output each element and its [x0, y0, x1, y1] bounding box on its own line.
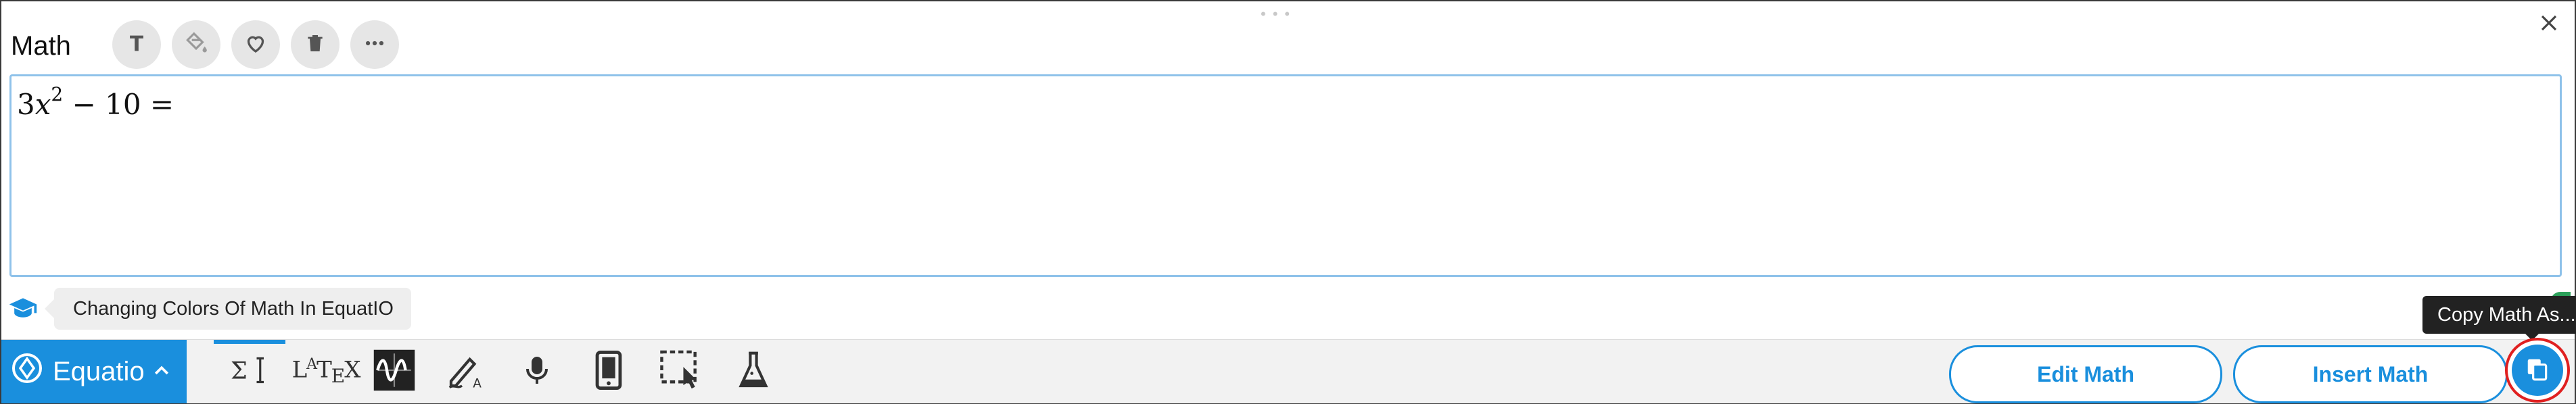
drag-handle[interactable]: •••: [1261, 5, 1296, 23]
edit-math-button[interactable]: Edit Math: [1949, 345, 2222, 403]
delete-button[interactable]: [291, 20, 339, 69]
copy-math-tooltip: Copy Math As...: [2422, 296, 2576, 340]
tab-graph[interactable]: [367, 340, 422, 403]
math-editor[interactable]: 3x2 − 10 =: [9, 74, 2562, 277]
chevron-up-icon: [151, 357, 172, 387]
math-expression: 3x2 − 10 =: [17, 83, 174, 121]
handwriting-icon: A: [446, 351, 487, 393]
tab-speech[interactable]: [510, 340, 564, 403]
more-options-button[interactable]: [350, 20, 399, 69]
microphone-icon: [521, 351, 553, 393]
text-format-icon: [125, 32, 148, 58]
trash-icon: [304, 32, 326, 57]
math-input-icon: Σ: [231, 354, 268, 390]
insert-math-button[interactable]: Insert Math: [2233, 345, 2508, 403]
tab-latex[interactable]: LATEX: [291, 340, 361, 403]
copy-icon: [2525, 356, 2550, 385]
tip-icon-button[interactable]: [1, 288, 45, 331]
math-panel: ••• Math 3x2 − 10 = Changing Colors Of M…: [0, 0, 2576, 404]
tab-math-input[interactable]: Σ: [214, 340, 285, 403]
tab-handwriting[interactable]: A: [440, 340, 494, 403]
svg-text:Σ: Σ: [231, 357, 248, 384]
bottom-toolbar: Equatio Σ LATEX A Edit Math Insert Math: [1, 339, 2575, 403]
panel-title: Math: [11, 31, 71, 61]
favorite-button[interactable]: [231, 20, 280, 69]
tab-screenshot-reader[interactable]: [653, 340, 710, 403]
graduation-cap-icon: [8, 293, 38, 326]
more-horizontal-icon: [363, 32, 386, 58]
equatio-menu-button[interactable]: Equatio: [1, 340, 187, 403]
equatio-logo-icon: [11, 352, 43, 391]
copy-math-button[interactable]: [2505, 338, 2570, 403]
copy-math-circle: [2512, 345, 2563, 396]
screenshot-reader-icon: [660, 350, 703, 394]
tab-chemistry[interactable]: [726, 340, 780, 403]
tab-mobile[interactable]: [582, 340, 636, 403]
paint-bucket-icon: [183, 30, 209, 59]
brand-name: Equatio: [53, 356, 145, 386]
mobile-icon: [594, 350, 623, 393]
heart-icon: [243, 31, 268, 59]
chemistry-flask-icon: [738, 350, 769, 394]
text-format-button[interactable]: [112, 20, 161, 69]
svg-text:A: A: [473, 376, 482, 389]
graph-icon: [372, 348, 417, 396]
fill-color-button[interactable]: [172, 20, 220, 69]
help-tip-link[interactable]: Changing Colors Of Math In EquatIO: [45, 288, 411, 330]
latex-icon: LATEX: [291, 355, 361, 388]
close-icon: [2539, 13, 2559, 36]
close-button[interactable]: [2535, 11, 2562, 38]
